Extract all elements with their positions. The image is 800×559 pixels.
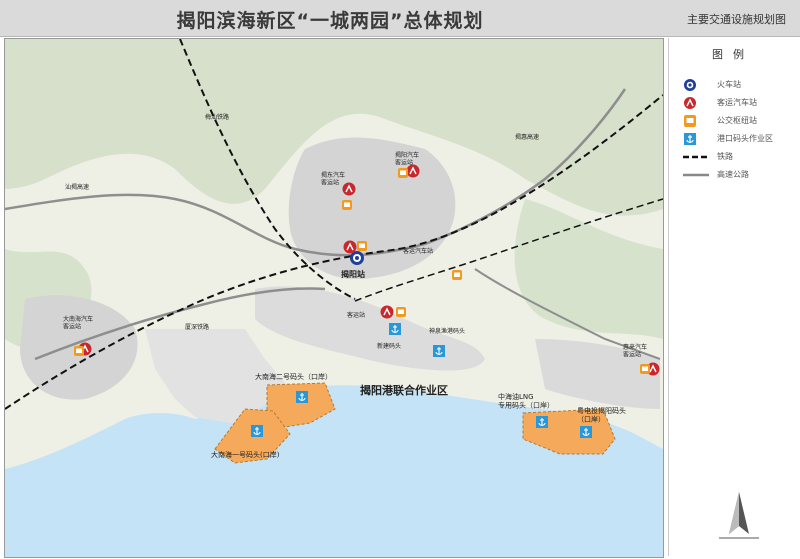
bus-hub-marker[interactable] [452, 270, 462, 280]
bus-central-label: 客运站 [347, 311, 365, 319]
legend-label: 港口码头作业区 [717, 134, 773, 143]
bus-terminal-marker[interactable] [342, 182, 356, 196]
legend-label: 客运汽车站 [717, 98, 757, 107]
legend-label: 铁路 [717, 152, 733, 161]
port-marker[interactable] [433, 345, 445, 357]
legend-item-bus-terminal: 客运汽车站 [683, 96, 795, 110]
port-marker[interactable] [389, 323, 401, 335]
port-zone-label: 揭阳港联合作业区 [360, 383, 448, 397]
bus-hub-marker[interactable] [398, 168, 408, 178]
bus-hub-marker[interactable] [396, 307, 406, 317]
title-bar: 揭阳滨海新区“一城两园”总体规划 主要交通设施规划图 [0, 0, 800, 37]
bus-hub-marker[interactable] [342, 200, 352, 210]
bus-terminal-marker[interactable] [406, 164, 420, 178]
bus-terminal-marker[interactable] [343, 240, 357, 254]
bus-south-label: 客运汽车站 [403, 247, 433, 255]
bus-terminal-marker[interactable] [380, 305, 394, 319]
legend-item-highway: 高速公路 [683, 168, 795, 182]
north-arrow-icon [719, 492, 759, 539]
highway-1-label: 汕揭高速 [65, 183, 89, 191]
bus-hub-marker[interactable] [357, 241, 367, 251]
legend-item-bus-hub: 公交枢纽站 [683, 114, 795, 128]
railway-2-label: 梅汕铁路 [205, 113, 229, 121]
port-marker[interactable] [580, 426, 592, 438]
legend-title: 图例 [712, 48, 754, 61]
legend-label: 火车站 [717, 80, 741, 89]
bus-hub-marker[interactable] [74, 346, 84, 356]
port-marker[interactable] [251, 425, 263, 437]
rail-station-label: 揭阳站 [341, 269, 365, 279]
legend-item-rail-station: 火车站 [683, 78, 795, 92]
legend-panel: 图例 火车站 客运汽车站 公交枢纽站 港口码头作业区 铁路 高速公路 [668, 38, 797, 556]
highway-2-label: 揭惠高速 [515, 133, 539, 141]
bus-hub-marker[interactable] [640, 364, 650, 374]
railway-1-label: 厦深铁路 [185, 323, 209, 331]
legend-item-port: 港口码头作业区 [683, 132, 795, 146]
pier-shenquan-label: 神泉渔港码头 [429, 327, 465, 335]
port-dananhai-2-label: 大南海二号码头（口岸） [255, 372, 332, 381]
bus-hub-icon [684, 115, 696, 127]
legend-item-railway: 铁路 [683, 150, 795, 164]
port-marker[interactable] [536, 416, 548, 428]
port-anchor-icon [684, 133, 696, 145]
page-title: 揭阳滨海新区“一城两园”总体规划 [176, 10, 484, 32]
port-marker[interactable] [296, 391, 308, 403]
pier-new-label: 新建码头 [377, 342, 401, 350]
railway-station-icon [684, 79, 696, 91]
port-dananhai-1-label: 大南海一号码头(口岸) [211, 450, 280, 459]
highway-line-icon [683, 173, 709, 177]
map-subtitle: 主要交通设施规划图 [687, 13, 786, 26]
bus-terminal-icon [684, 97, 696, 109]
legend-label: 高速公路 [717, 170, 749, 179]
railway-line-icon [683, 155, 709, 159]
legend-label: 公交枢纽站 [717, 116, 757, 125]
map-canvas[interactable]: 汕揭高速 揭惠高速 厦深铁路 梅汕铁路 揭阳港联合作业区 揭阳站 客运站 揭东汽… [4, 38, 664, 558]
